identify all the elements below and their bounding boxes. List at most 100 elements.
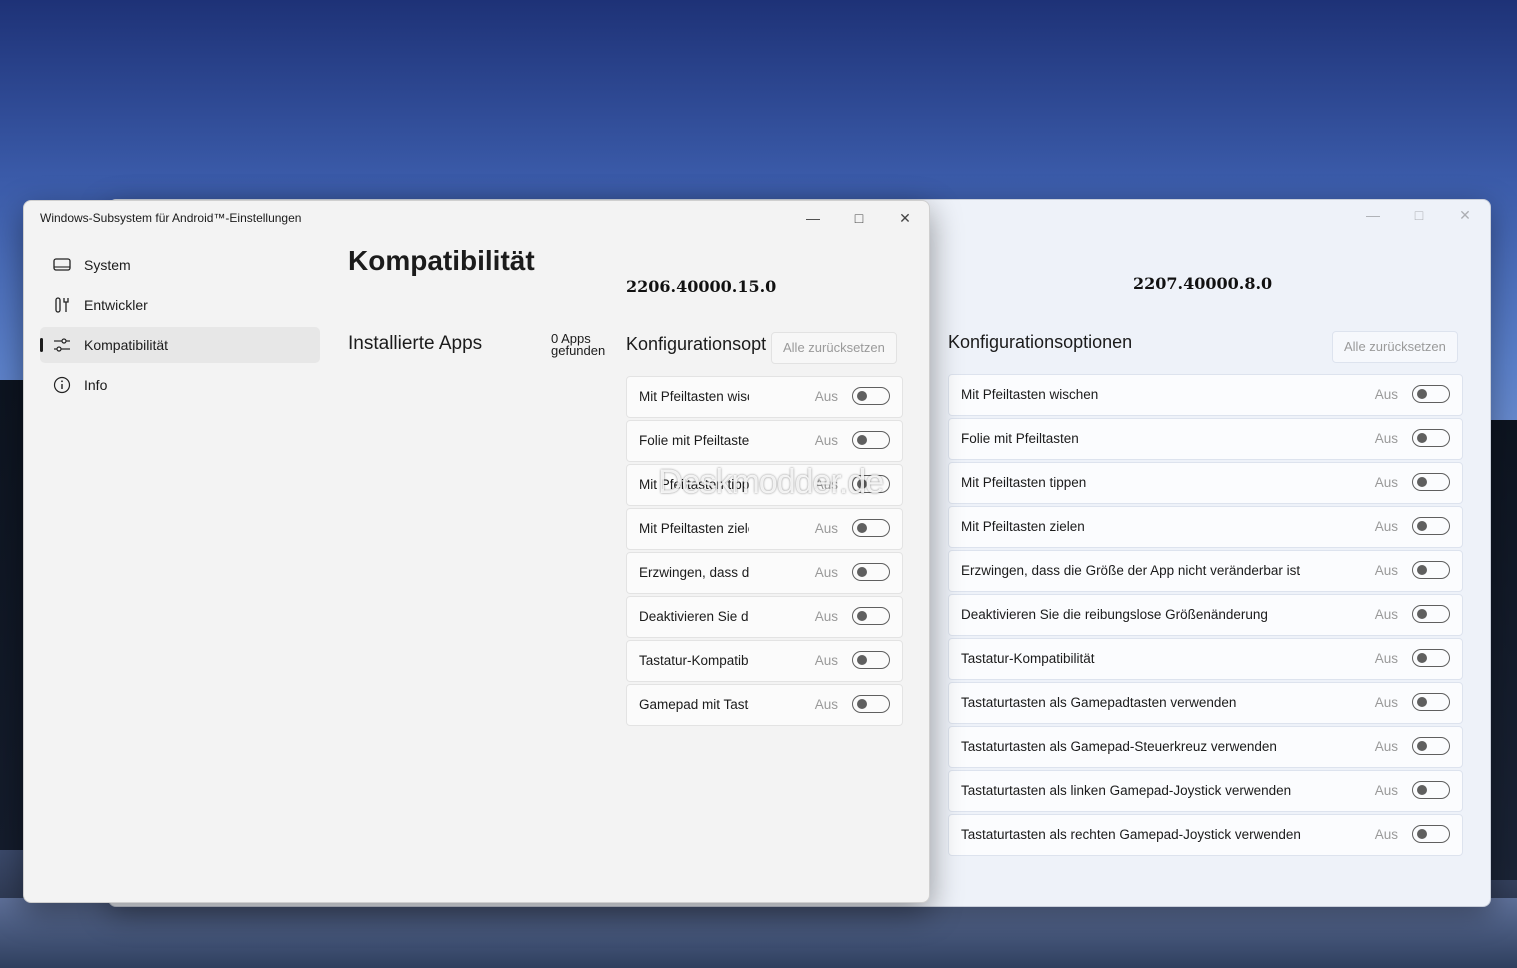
close-icon[interactable]: ✕	[893, 207, 917, 229]
toggle-switch[interactable]	[852, 695, 890, 713]
sidebar-item-info[interactable]: Info	[40, 367, 320, 403]
option-state: Aus	[814, 565, 838, 580]
toggle-switch[interactable]	[1412, 781, 1450, 799]
option-label: Gamepad mit Tastatur	[639, 697, 749, 712]
option-row: Gamepad mit Tastatur Aus	[626, 684, 903, 726]
config-options-heading: Konfigurationsoptionen	[948, 332, 1133, 352]
option-row: Mit Pfeiltasten zielen Aus	[626, 508, 903, 550]
toggle-switch[interactable]	[1412, 385, 1450, 403]
toggle-switch[interactable]	[852, 519, 890, 537]
caption-buttons: — □ ✕	[1364, 206, 1474, 224]
option-state: Aus	[1374, 827, 1398, 842]
toggle-switch[interactable]	[1412, 517, 1450, 535]
config-options-list: Mit Pfeiltasten wischen Aus Folie mit Pfe…	[626, 376, 903, 728]
toggle-switch[interactable]	[1412, 473, 1450, 491]
option-state: Aus	[1374, 695, 1398, 710]
toggle-switch[interactable]	[1412, 737, 1450, 755]
toggle-switch[interactable]	[1412, 649, 1450, 667]
option-state: Aus	[1374, 387, 1398, 402]
option-state: Aus	[1374, 563, 1398, 578]
option-label: Tastaturtasten als linken Gamepad-Joysti…	[961, 783, 1292, 798]
minimize-icon[interactable]: —	[1364, 206, 1382, 224]
option-row: Tastatur-Kompatibilität Aus	[948, 638, 1463, 680]
option-label: Folie mit Pfeiltasten	[639, 433, 749, 448]
option-row: Tastaturtasten als Gamepadtasten verwend…	[948, 682, 1463, 724]
option-label: Tastaturtasten als Gamepad-Steuerkreuz v…	[961, 739, 1277, 754]
toggle-switch[interactable]	[852, 651, 890, 669]
reset-all-button[interactable]: Alle zurücksetzen	[1332, 331, 1458, 363]
option-state: Aus	[1374, 475, 1398, 490]
option-row: Mit Pfeiltasten zielen Aus	[948, 506, 1463, 548]
laptop-icon	[52, 255, 72, 275]
option-state: Aus	[814, 433, 838, 448]
option-row: Erzwingen, dass die Größe der App nicht …	[626, 552, 903, 594]
option-state: Aus	[1374, 783, 1398, 798]
version-label: 2206.40000.15.0	[626, 277, 777, 296]
option-row: Tastaturtasten als Gamepad-Steuerkreuz v…	[948, 726, 1463, 768]
apps-found-count: 0 Apps gefunden	[551, 331, 606, 358]
toggle-switch[interactable]	[1412, 429, 1450, 447]
settings-window-old-version: Windows-Subsystem für Android™-Einstellu…	[23, 200, 930, 903]
sidebar-item-label: System	[84, 257, 131, 273]
toggle-switch[interactable]	[852, 387, 890, 405]
option-label: Tastatur-Kompatibilität	[961, 651, 1095, 666]
option-label: Mit Pfeiltasten zielen	[639, 521, 749, 536]
sliders-icon	[52, 335, 72, 355]
option-state: Aus	[1374, 607, 1398, 622]
sidebar-item-system[interactable]: System	[40, 247, 320, 283]
info-icon	[52, 375, 72, 395]
config-options-list: Mit Pfeiltasten wischen Aus Folie mit Pfe…	[948, 374, 1463, 858]
sidebar-item-label: Entwickler	[84, 297, 148, 313]
option-row: Mit Pfeiltasten wischen Aus	[948, 374, 1463, 416]
close-icon[interactable]: ✕	[1456, 206, 1474, 224]
background-lake	[0, 898, 1517, 968]
option-label: Mit Pfeiltasten wischen	[961, 387, 1099, 402]
page-title: Kompatibilität	[348, 245, 535, 276]
option-label: Erzwingen, dass die Größe der App nicht …	[961, 563, 1301, 578]
option-label: Mit Pfeiltasten tippen	[961, 475, 1087, 490]
sidebar-item-compatibility[interactable]: Kompatibilität	[40, 327, 320, 363]
option-state: Aus	[1374, 431, 1398, 446]
option-label: Deaktivieren Sie die reibungslose Größen…	[639, 609, 749, 624]
toggle-switch[interactable]	[1412, 605, 1450, 623]
option-row: Folie mit Pfeiltasten Aus	[948, 418, 1463, 460]
option-row: Tastaturtasten als linken Gamepad-Joysti…	[948, 770, 1463, 812]
installed-apps-heading: Installierte Apps	[348, 333, 483, 354]
maximize-icon[interactable]: □	[847, 207, 871, 229]
option-label: Deaktivieren Sie die reibungslose Größen…	[961, 607, 1268, 622]
option-state: Aus	[1374, 519, 1398, 534]
option-state: Aus	[1374, 651, 1398, 666]
option-row: Tastatur-Kompatibilität Aus	[626, 640, 903, 682]
option-state: Aus	[814, 697, 838, 712]
reset-all-button[interactable]: Alle zurücksetzen	[771, 332, 897, 364]
sidebar-item-developer[interactable]: Entwickler	[40, 287, 320, 323]
sidebar-nav: System Entwickler Kompatibilität Info	[40, 247, 320, 407]
option-label: Folie mit Pfeiltasten	[961, 431, 1079, 446]
option-row: Erzwingen, dass die Größe der App nicht …	[948, 550, 1463, 592]
maximize-icon[interactable]: □	[1410, 206, 1428, 224]
option-row: Deaktivieren Sie die reibungslose Größen…	[626, 596, 903, 638]
option-label: Erzwingen, dass die Größe der App nicht …	[639, 565, 749, 580]
tools-icon	[52, 295, 72, 315]
version-label: 2207.40000.8.0	[1133, 274, 1273, 293]
option-state: Aus	[814, 389, 838, 404]
option-label: Mit Pfeiltasten wischen	[639, 389, 749, 404]
watermark-text: Deskmodder.de	[658, 463, 884, 501]
config-options-heading: Konfigurationsoptionen	[626, 334, 766, 354]
option-label: Tastatur-Kompatibilität	[639, 653, 749, 668]
minimize-icon[interactable]: —	[801, 207, 825, 229]
option-row: Mit Pfeiltasten tippen Aus	[948, 462, 1463, 504]
option-state: Aus	[814, 653, 838, 668]
toggle-switch[interactable]	[852, 607, 890, 625]
option-row: Folie mit Pfeiltasten Aus	[626, 420, 903, 462]
sidebar-item-label: Kompatibilität	[84, 337, 169, 353]
toggle-switch[interactable]	[852, 563, 890, 581]
toggle-switch[interactable]	[1412, 693, 1450, 711]
option-state: Aus	[814, 609, 838, 624]
toggle-switch[interactable]	[1412, 825, 1450, 843]
option-state: Aus	[1374, 739, 1398, 754]
toggle-switch[interactable]	[852, 431, 890, 449]
toggle-switch[interactable]	[1412, 561, 1450, 579]
option-row: Tastaturtasten als rechten Gamepad-Joyst…	[948, 814, 1463, 856]
option-label: Tastaturtasten als Gamepadtasten verwend…	[961, 695, 1237, 710]
